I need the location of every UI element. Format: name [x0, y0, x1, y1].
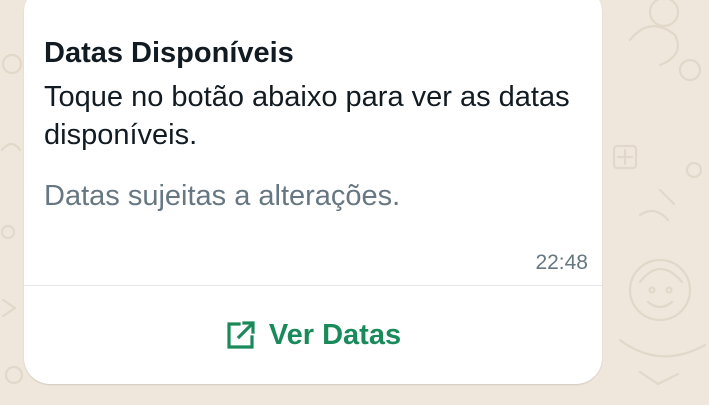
message-timestamp: 22:48 — [535, 251, 588, 274]
message-body: Toque no botão abaixo para ver as datas … — [44, 81, 570, 151]
message-footer: Datas sujeitas a alterações. — [44, 180, 401, 212]
message-bubble: Datas Disponíveis Toque no botão abaixo … — [24, 0, 602, 384]
message-header: Datas Disponíveis — [44, 37, 294, 69]
ver-datas-label: Ver Datas — [268, 319, 402, 351]
external-link-icon — [227, 321, 255, 349]
ver-datas-button[interactable]: Ver Datas — [24, 286, 602, 384]
